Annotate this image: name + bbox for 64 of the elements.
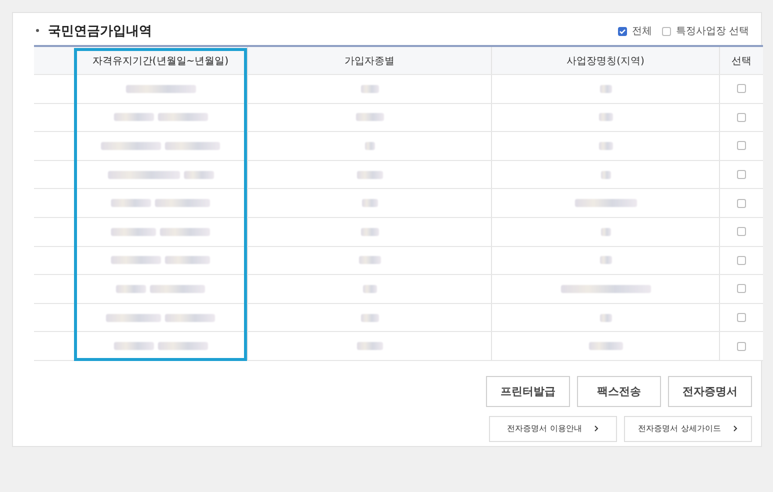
checkbox[interactable] <box>662 26 671 36</box>
redacted-text <box>362 284 376 293</box>
redacted-text <box>364 142 374 150</box>
row-checkbox[interactable] <box>737 84 746 94</box>
column-header: 자격유지기간(년월일~년월일) <box>91 54 230 68</box>
redacted-text <box>362 199 378 208</box>
redacted-text <box>356 113 384 122</box>
redacted-text <box>165 314 215 322</box>
redacted-text <box>111 228 156 236</box>
redacted-text <box>356 170 382 179</box>
row-checkbox[interactable] <box>737 284 746 294</box>
action-button[interactable]: 팩스전송 <box>577 376 661 407</box>
column-header: 가입자종별 <box>247 47 491 74</box>
chevron-icon <box>732 425 738 432</box>
redacted-text <box>598 113 612 122</box>
row-checkbox[interactable] <box>737 313 746 322</box>
redacted-text <box>600 256 612 264</box>
redacted-text <box>574 199 636 208</box>
redacted-text <box>360 314 378 322</box>
redacted-text <box>184 170 214 179</box>
redacted-text <box>158 342 208 350</box>
redacted-text <box>155 199 210 208</box>
redacted-text <box>598 142 612 150</box>
redacted-text <box>360 228 378 236</box>
redacted-text <box>126 84 196 93</box>
redacted-text <box>111 256 161 264</box>
checkbox-label: 특정사업장 선택 <box>676 25 749 38</box>
redacted-text <box>360 84 378 93</box>
checkbox[interactable] <box>618 26 627 36</box>
redacted-text <box>165 256 210 264</box>
column-header: 선택 <box>719 47 763 74</box>
redacted-text <box>356 342 382 350</box>
redacted-text <box>165 142 220 150</box>
redacted-text <box>116 284 146 293</box>
column-header: 사업장명칭(지역) <box>491 47 719 74</box>
redacted-text <box>114 113 154 122</box>
row-checkbox[interactable] <box>737 342 746 351</box>
row-checkbox[interactable] <box>737 256 746 265</box>
redacted-text <box>111 199 151 208</box>
redacted-text <box>101 142 161 150</box>
chevron-icon <box>594 425 599 432</box>
redacted-text <box>600 84 612 93</box>
redacted-text <box>158 113 208 122</box>
guide-button[interactable]: 전자증명서 상세가이드 <box>624 416 752 442</box>
checkbox-label: 전체 <box>632 25 652 38</box>
redacted-text <box>600 170 610 179</box>
redacted-text <box>114 342 154 350</box>
action-button[interactable]: 전자증명서 <box>668 376 752 407</box>
redacted-text <box>600 228 610 236</box>
redacted-text <box>358 256 380 264</box>
guide-button[interactable]: 전자증명서 이용안내 <box>489 416 617 442</box>
section-title: 국민연금가입내역 <box>34 22 152 40</box>
row-checkbox[interactable] <box>737 141 746 150</box>
redacted-text <box>600 314 612 322</box>
redacted-text <box>160 228 210 236</box>
redacted-text <box>106 314 161 322</box>
redacted-text <box>150 284 205 293</box>
redacted-text <box>588 342 622 350</box>
action-button[interactable]: 프린터발급 <box>486 376 570 407</box>
redacted-text <box>108 170 180 179</box>
row-checkbox[interactable] <box>737 198 746 208</box>
row-checkbox[interactable] <box>737 112 746 122</box>
row-checkbox[interactable] <box>737 227 746 236</box>
row-checkbox[interactable] <box>737 170 746 180</box>
